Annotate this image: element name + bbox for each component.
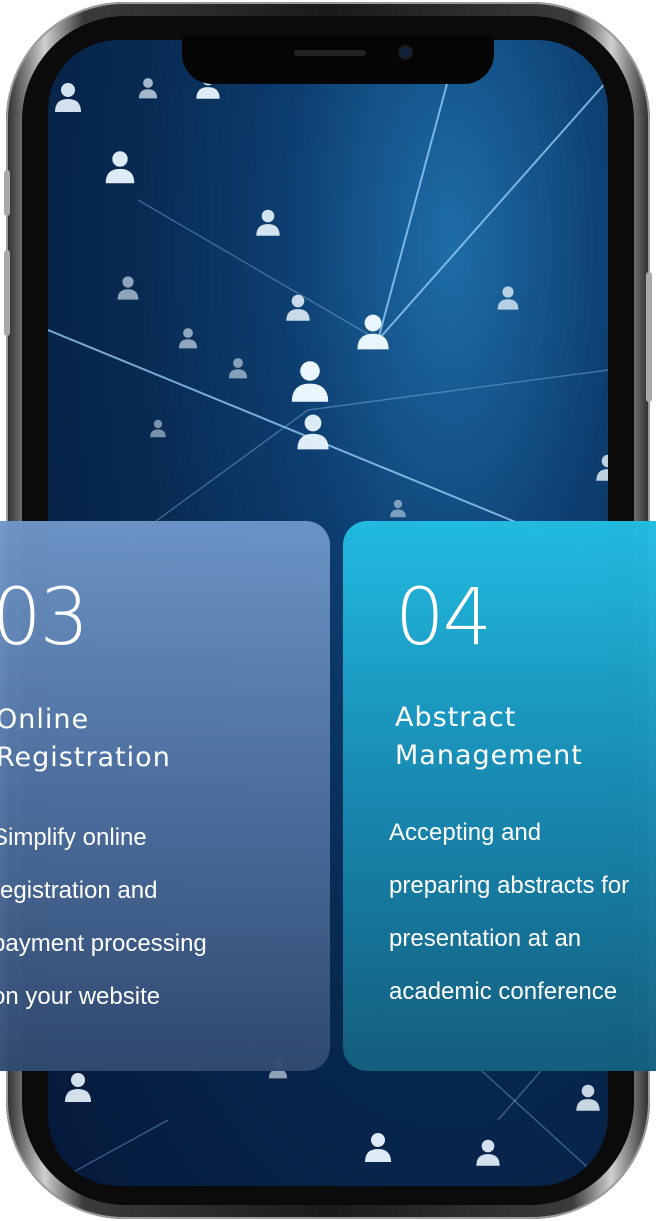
camera-icon	[400, 47, 411, 58]
side-button-right	[646, 272, 652, 402]
person-icon	[105, 151, 135, 184]
side-button-left-2	[4, 250, 10, 336]
person-icon	[297, 414, 329, 450]
person-icon	[365, 1133, 391, 1162]
person-icon	[117, 276, 139, 300]
person-icon	[150, 419, 166, 438]
person-icon	[138, 78, 158, 99]
feature-description: Simplify online registration and payment…	[0, 824, 207, 1010]
person-icon	[291, 361, 329, 402]
person-icon	[256, 209, 280, 236]
side-button-left-1	[4, 170, 10, 216]
person-icon	[55, 83, 81, 112]
feature-card-abstract-management: 04 Abstract Management Accepting and pre…	[343, 521, 656, 1071]
person-icon	[596, 454, 608, 481]
network-link-line	[48, 1119, 169, 1186]
person-icon	[476, 1139, 500, 1166]
person-icon	[576, 1084, 600, 1111]
feature-number: 03	[0, 573, 89, 663]
network-link-line	[307, 369, 608, 411]
person-icon	[178, 328, 198, 349]
feature-title: Abstract Management	[395, 702, 583, 771]
feature-card-online-registration: 03 Online Registration Simplify online r…	[0, 521, 330, 1071]
person-icon	[390, 499, 406, 518]
phone-notch	[182, 36, 494, 84]
feature-description: Accepting and preparing abstracts for pr…	[389, 819, 630, 1005]
network-link-line	[137, 199, 379, 341]
person-icon	[65, 1073, 91, 1102]
feature-number: 04	[395, 573, 492, 663]
person-icon	[497, 286, 519, 310]
feature-title: Online Registration	[0, 704, 171, 773]
person-icon	[228, 358, 248, 379]
speaker-grille	[294, 50, 366, 56]
